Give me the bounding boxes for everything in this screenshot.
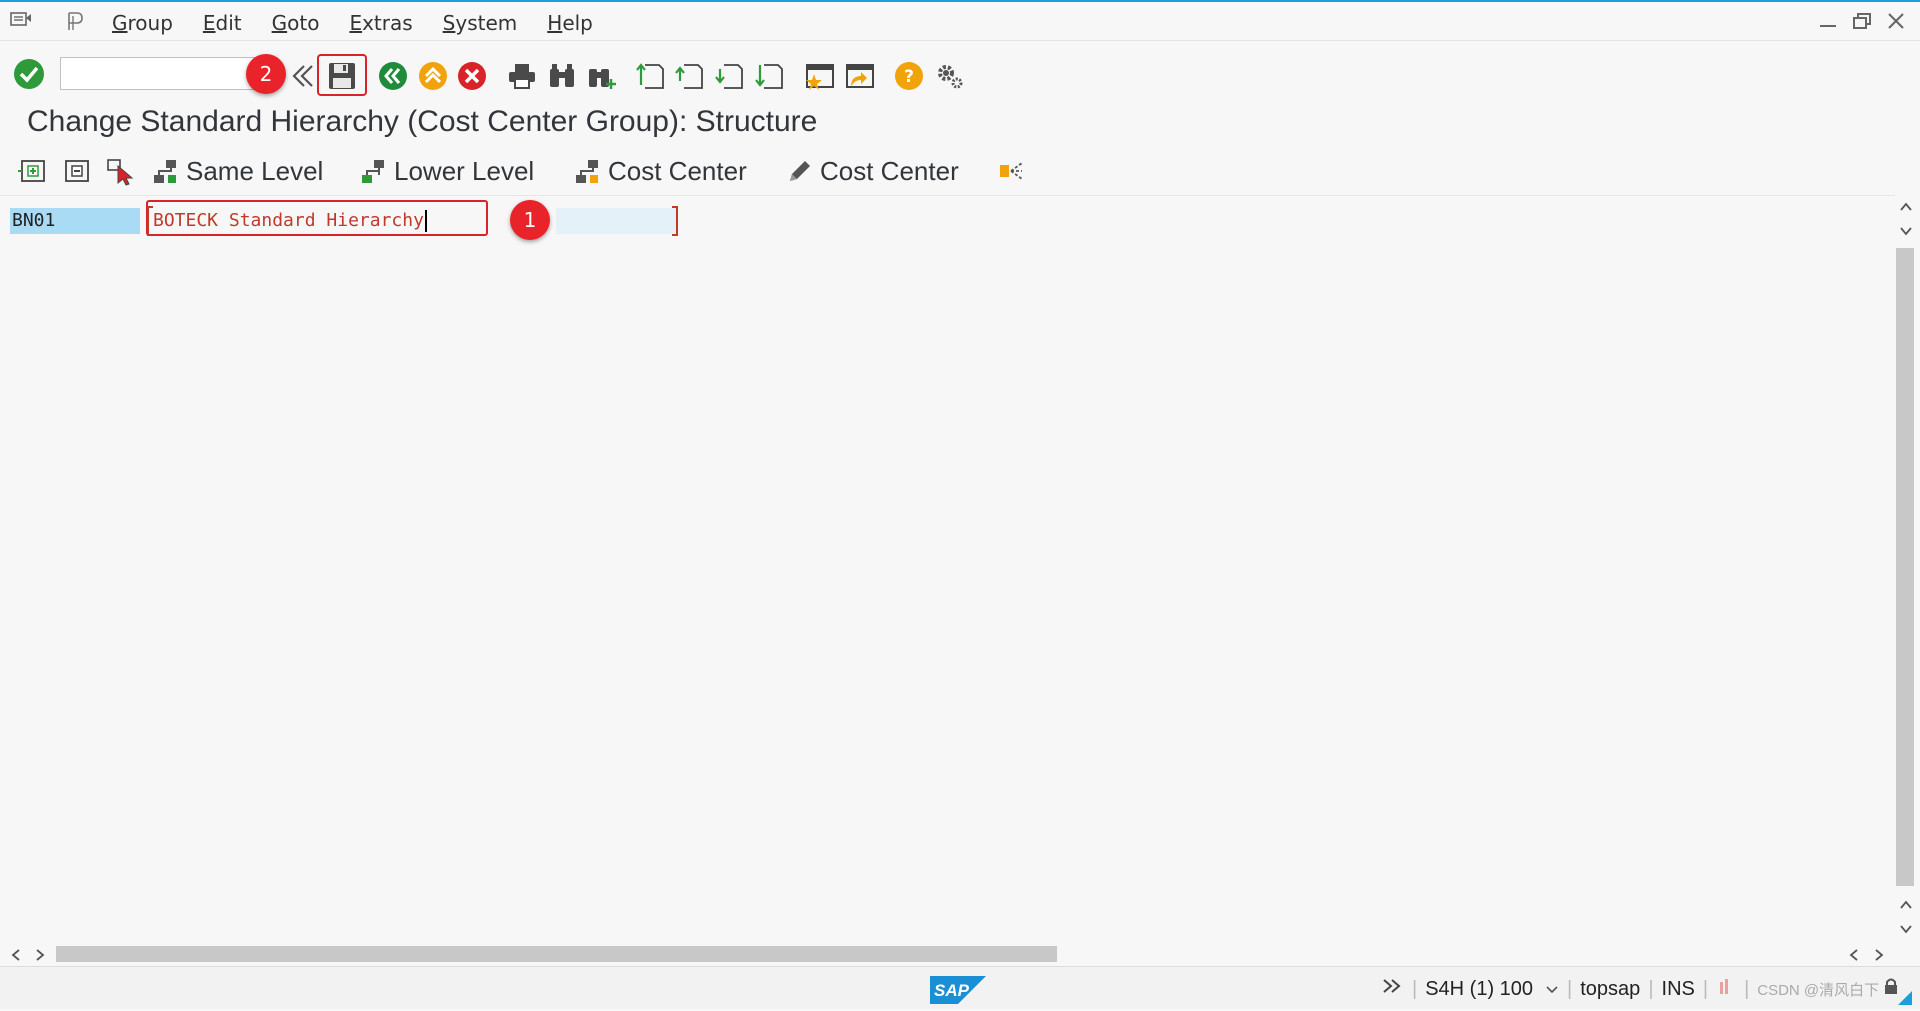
hierarchy-same-level-icon — [154, 160, 176, 183]
print-icon[interactable] — [505, 58, 539, 94]
sap-logo: SAP — [930, 976, 986, 1004]
command-history-icon[interactable] — [286, 58, 320, 94]
same-level-label: Same Level — [186, 155, 324, 186]
scroll-left-icon[interactable] — [10, 947, 22, 966]
scroll-right-small-icon[interactable] — [34, 947, 46, 966]
back-button[interactable] — [376, 58, 410, 94]
text-cursor — [424, 210, 427, 232]
collapse-subtree-button[interactable] — [62, 150, 98, 192]
step-badge-2: 2 — [246, 54, 286, 94]
scroll-up-icon[interactable] — [1899, 222, 1913, 241]
node-description-input[interactable]: BOTECK Standard Hierarchy — [153, 208, 427, 234]
system-dropdown-icon[interactable] — [1545, 978, 1559, 1001]
node-text-field-extension[interactable] — [556, 208, 676, 234]
sap-p-icon[interactable] — [64, 10, 86, 30]
horizontal-scroll-thumb[interactable] — [56, 946, 1057, 962]
menu-toggle-icon[interactable] — [10, 10, 32, 30]
command-field[interactable] — [60, 57, 255, 90]
status-separator: | — [1648, 977, 1654, 1000]
vertical-scroll-thumb[interactable] — [1896, 248, 1914, 886]
previous-page-icon[interactable] — [672, 58, 706, 94]
menu-system[interactable]: System — [443, 11, 518, 35]
next-page-icon[interactable] — [712, 58, 746, 94]
expand-status-icon[interactable] — [1380, 976, 1404, 1002]
cost-center-create-label: Cost Center — [608, 155, 747, 186]
select-subtree-button[interactable] — [106, 150, 142, 192]
reassign-icon — [1000, 162, 1023, 180]
minimize-icon[interactable] — [1816, 10, 1840, 32]
help-icon[interactable]: ? — [892, 58, 926, 94]
menu-extras[interactable]: Extras — [349, 11, 412, 35]
vertical-scrollbar[interactable] — [1893, 196, 1920, 936]
find-next-icon[interactable] — [585, 58, 619, 94]
window-controls — [1816, 10, 1908, 32]
input-mode[interactable]: INS — [1662, 978, 1695, 1001]
create-session-icon[interactable] — [802, 58, 836, 94]
application-toolbar: Same Level Lower Level Cost Center Cost … — [0, 150, 1920, 192]
svg-text:?: ? — [904, 67, 914, 87]
restore-icon[interactable] — [1850, 10, 1874, 32]
pencil-icon — [790, 161, 810, 181]
field-bracket-right — [672, 206, 678, 236]
hierarchy-cost-center-icon — [576, 160, 598, 183]
scroll-right-icon[interactable] — [1873, 947, 1885, 966]
response-time-icon — [1716, 976, 1736, 1002]
status-separator: | — [1702, 977, 1709, 1000]
status-items: | S4H (1) 100 | topsap | INS | | CSDN @清… — [1380, 976, 1899, 1002]
scroll-bottom-icon[interactable] — [1899, 920, 1913, 939]
status-bar: SAP | S4H (1) 100 | topsap | INS | | CSD… — [0, 966, 1920, 1009]
menu-help[interactable]: Help — [547, 11, 593, 35]
lower-level-button[interactable]: Lower Level — [360, 150, 534, 192]
create-shortcut-icon[interactable] — [842, 58, 876, 94]
menu-group[interactable]: Group — [112, 11, 173, 35]
first-page-icon[interactable] — [633, 58, 667, 94]
cost-center-change-button[interactable]: Cost Center — [786, 150, 959, 192]
menu-goto[interactable]: Goto — [272, 11, 320, 35]
enter-button[interactable] — [12, 56, 46, 92]
status-separator: | — [1412, 977, 1418, 1000]
page-title: Change Standard Hierarchy (Cost Center G… — [27, 105, 818, 138]
watermark-text: CSDN @清风白下 — [1757, 981, 1880, 999]
cancel-button[interactable] — [455, 58, 489, 94]
close-window-icon[interactable] — [1884, 10, 1908, 32]
scroll-top-icon[interactable] — [1899, 198, 1913, 217]
hierarchy-tree-area: BN01 BOTECK Standard Hierarchy 1 — [0, 196, 1895, 938]
last-page-icon[interactable] — [752, 58, 786, 94]
settings-gear-icon[interactable] — [932, 58, 966, 94]
svg-text:SAP: SAP — [934, 981, 970, 1000]
user-name: topsap — [1580, 977, 1641, 1000]
reassign-button[interactable] — [998, 150, 1032, 192]
status-separator: | — [1567, 977, 1573, 1000]
node-id-field[interactable]: BN01 — [10, 208, 140, 234]
expand-subtree-button[interactable] — [18, 150, 54, 192]
menu-items: Group Edit Goto Extras System Help — [112, 11, 623, 35]
scroll-down-icon[interactable] — [1899, 896, 1913, 915]
step-badge-1: 1 — [510, 200, 550, 240]
status-separator: | — [1744, 977, 1750, 1000]
scroll-left-end-icon[interactable] — [1848, 947, 1860, 966]
same-level-button[interactable]: Same Level — [152, 150, 323, 192]
cost-center-change-label: Cost Center — [820, 155, 959, 186]
cost-center-create-button[interactable]: Cost Center — [574, 150, 747, 192]
lower-level-label: Lower Level — [394, 155, 535, 186]
horizontal-scrollbar[interactable] — [0, 943, 1920, 965]
menu-bar: Group Edit Goto Extras System Help — [0, 2, 1920, 41]
system-info: S4H (1) 100 — [1425, 977, 1534, 1000]
node-description-text: BOTECK Standard Hierarchy — [153, 210, 424, 231]
exit-button[interactable] — [416, 58, 450, 94]
hierarchy-lower-level-icon — [362, 160, 384, 183]
save-button[interactable] — [325, 58, 359, 94]
find-icon[interactable] — [545, 58, 579, 94]
menu-edit[interactable]: Edit — [203, 11, 242, 35]
